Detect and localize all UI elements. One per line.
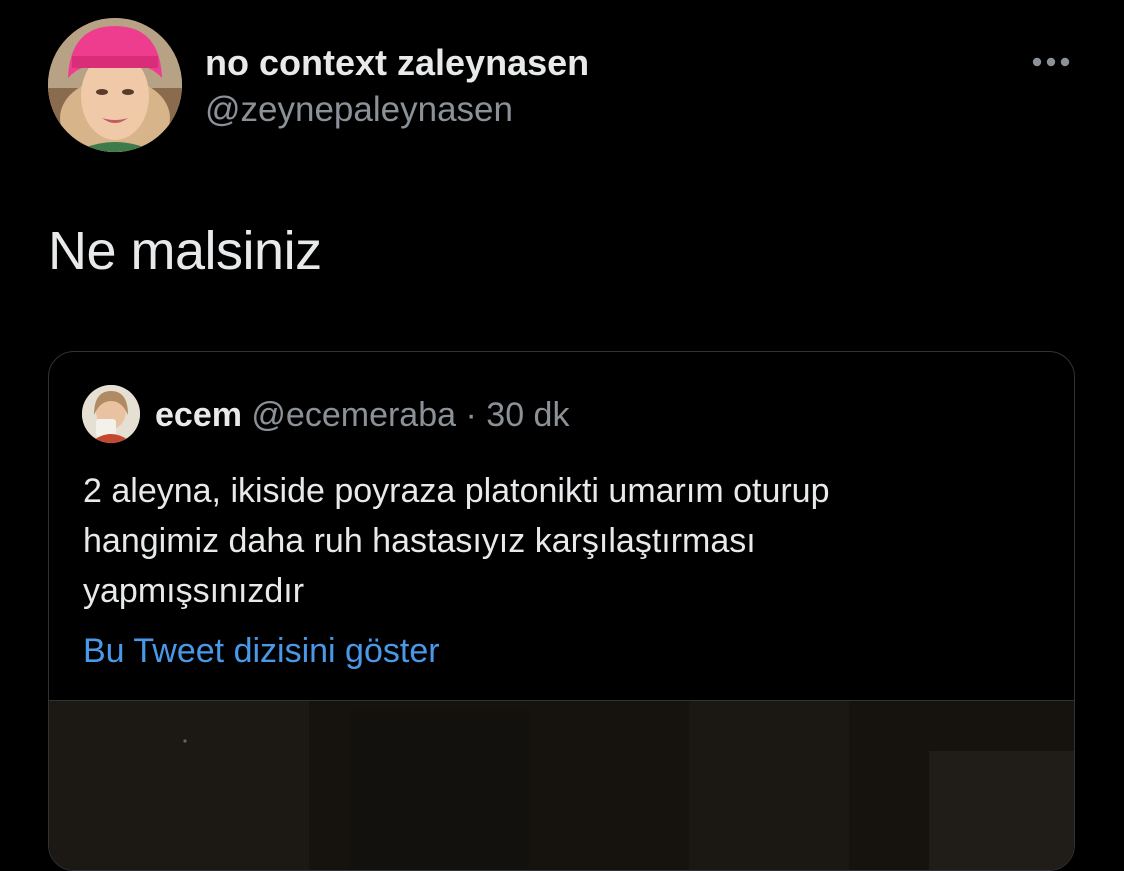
quoted-tweet-text: 2 aleyna, ikiside poyraza platonikti uma… xyxy=(83,466,1043,616)
header-separator: · xyxy=(465,396,477,434)
quoted-tweet-header: ecem @ecemeraba · 30 dk xyxy=(155,396,569,435)
quoted-tweet-media[interactable] xyxy=(49,700,1074,870)
quoted-author-handle[interactable]: @ecemeraba xyxy=(251,396,456,434)
more-options-button[interactable] xyxy=(1026,48,1076,76)
quoted-text-line: hangimiz daha ruh hastasıyız karşılaştır… xyxy=(83,522,756,560)
profile-photo-icon xyxy=(82,385,140,443)
ellipsis-icon xyxy=(1032,57,1070,67)
quoted-text-line: yapmışsınızdır xyxy=(83,572,305,610)
quoted-tweet-time[interactable]: 30 dk xyxy=(486,396,569,434)
author-avatar[interactable] xyxy=(48,18,182,152)
photo-thumbnail-icon xyxy=(49,701,1074,870)
quoted-tweet-card[interactable]: ecem @ecemeraba · 30 dk 2 aleyna, ikisid… xyxy=(48,351,1075,871)
show-thread-link[interactable]: Bu Tweet dizisini göster xyxy=(83,632,440,671)
author-handle[interactable]: @zeynepaleynasen xyxy=(205,90,513,130)
quoted-text-line: 2 aleyna, ikiside poyraza platonikti uma… xyxy=(83,472,830,510)
tweet: no context zaleynasen @zeynepaleynasen N… xyxy=(0,0,1124,871)
quoted-author-name[interactable]: ecem xyxy=(155,396,242,434)
quoted-author-avatar[interactable] xyxy=(82,385,140,443)
author-display-name[interactable]: no context zaleynasen xyxy=(205,42,589,84)
tweet-text: Ne malsiniz xyxy=(48,221,322,281)
profile-photo-icon xyxy=(48,18,182,152)
